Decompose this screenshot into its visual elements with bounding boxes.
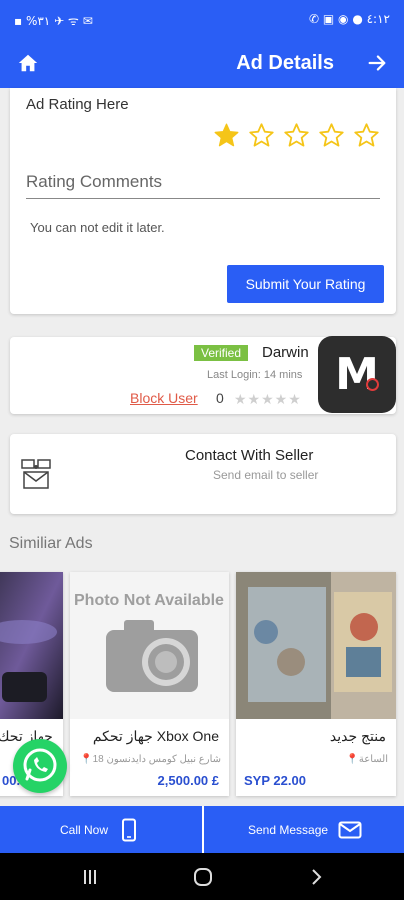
rating-card: Ad Rating Here Rating Comments You can n…	[10, 88, 396, 314]
call-now-button[interactable]: Call Now	[60, 806, 138, 853]
contact-email-icon	[21, 459, 51, 489]
page-title: Ad Details	[236, 52, 334, 74]
rating-comments-input[interactable]: Rating Comments	[26, 172, 380, 199]
ad-title: منتج جديد	[329, 728, 386, 744]
star-empty-icon[interactable]	[353, 122, 380, 149]
seller-logo-letter: M	[335, 349, 379, 400]
similar-ad-card[interactable]: منتج جديد 📍الساعة SYP 22.00	[236, 572, 396, 796]
ad-photo	[236, 572, 396, 719]
seller-rating-stars: ★★★★★	[234, 391, 302, 407]
location-pin-icon: 📍	[346, 754, 359, 765]
status-bar: ▪ ‎%٣١ ✈ ᯤ ✉ ✆ ▣ ◉ ● ٤:١٢	[0, 0, 404, 40]
star-empty-icon[interactable]	[283, 122, 310, 149]
ad-location: 📍18 شارع نبيل كومس دايدنسون	[80, 754, 221, 765]
send-message-button[interactable]: Send Message	[248, 806, 362, 853]
verified-badge: Verified	[194, 345, 249, 361]
ad-title: جهاز تحكم Xbox One	[92, 728, 219, 744]
system-nav-bar	[0, 853, 404, 900]
logo-dot	[366, 378, 379, 391]
rating-label: Ad Rating Here	[26, 96, 129, 113]
contact-seller-card[interactable]: Contact With Seller Send email to seller	[10, 434, 396, 514]
star-filled-icon[interactable]	[213, 122, 240, 149]
status-right: ✆ ▣ ◉ ● ٤:١٢	[309, 12, 390, 26]
forward-arrow-icon[interactable]	[366, 52, 388, 74]
home-nav-icon[interactable]	[192, 867, 214, 887]
contact-title: Contact With Seller	[185, 447, 314, 464]
ad-price: SYP 22.00	[244, 773, 306, 788]
rating-hint: You can not edit it later.	[30, 220, 165, 235]
ad-location-text: الساعة	[358, 754, 388, 765]
mail-icon	[338, 821, 362, 838]
action-divider	[202, 806, 204, 853]
call-now-label: Call Now	[60, 822, 109, 837]
ad-price: 2,500.00 £	[157, 773, 219, 788]
location-pin-icon: 📍	[80, 754, 93, 765]
home-icon[interactable]	[17, 52, 39, 74]
bottom-action-bar: Call Now Send Message	[0, 806, 404, 853]
contact-subtitle: Send email to seller	[213, 468, 319, 482]
status-left: ▪ ‎%٣١ ✈ ᯤ ✉	[14, 14, 93, 28]
ad-location-text: 18 شارع نبيل كومس دايدنسون	[92, 754, 221, 765]
star-empty-icon[interactable]	[248, 122, 275, 149]
app-bar: Ad Details	[0, 40, 404, 88]
similar-ad-card[interactable]: Photo Not Available جهاز تحكم Xbox One 📍…	[70, 572, 229, 796]
similar-ads-title: Similiar Ads	[9, 535, 93, 552]
whatsapp-button[interactable]	[13, 739, 67, 793]
send-message-label: Send Message	[248, 822, 329, 837]
rating-stars[interactable]	[213, 122, 380, 149]
recent-apps-icon[interactable]	[80, 867, 100, 887]
back-nav-icon[interactable]	[306, 867, 326, 887]
block-user-link[interactable]: Block User	[130, 390, 198, 406]
seller-logo: M	[318, 336, 396, 413]
last-login: Last Login: 14 mins	[207, 369, 303, 381]
phone-icon	[122, 818, 137, 841]
photo-not-available-text: Photo Not Available	[74, 592, 224, 609]
ad-location: 📍الساعة	[346, 754, 388, 765]
star-empty-icon[interactable]	[318, 122, 345, 149]
seller-name: Darwin	[262, 344, 309, 361]
whatsapp-icon	[23, 748, 57, 782]
ad-photo	[0, 572, 63, 719]
submit-rating-button[interactable]: Submit Your Rating	[227, 265, 384, 303]
seller-rating-count: 0	[216, 390, 224, 406]
